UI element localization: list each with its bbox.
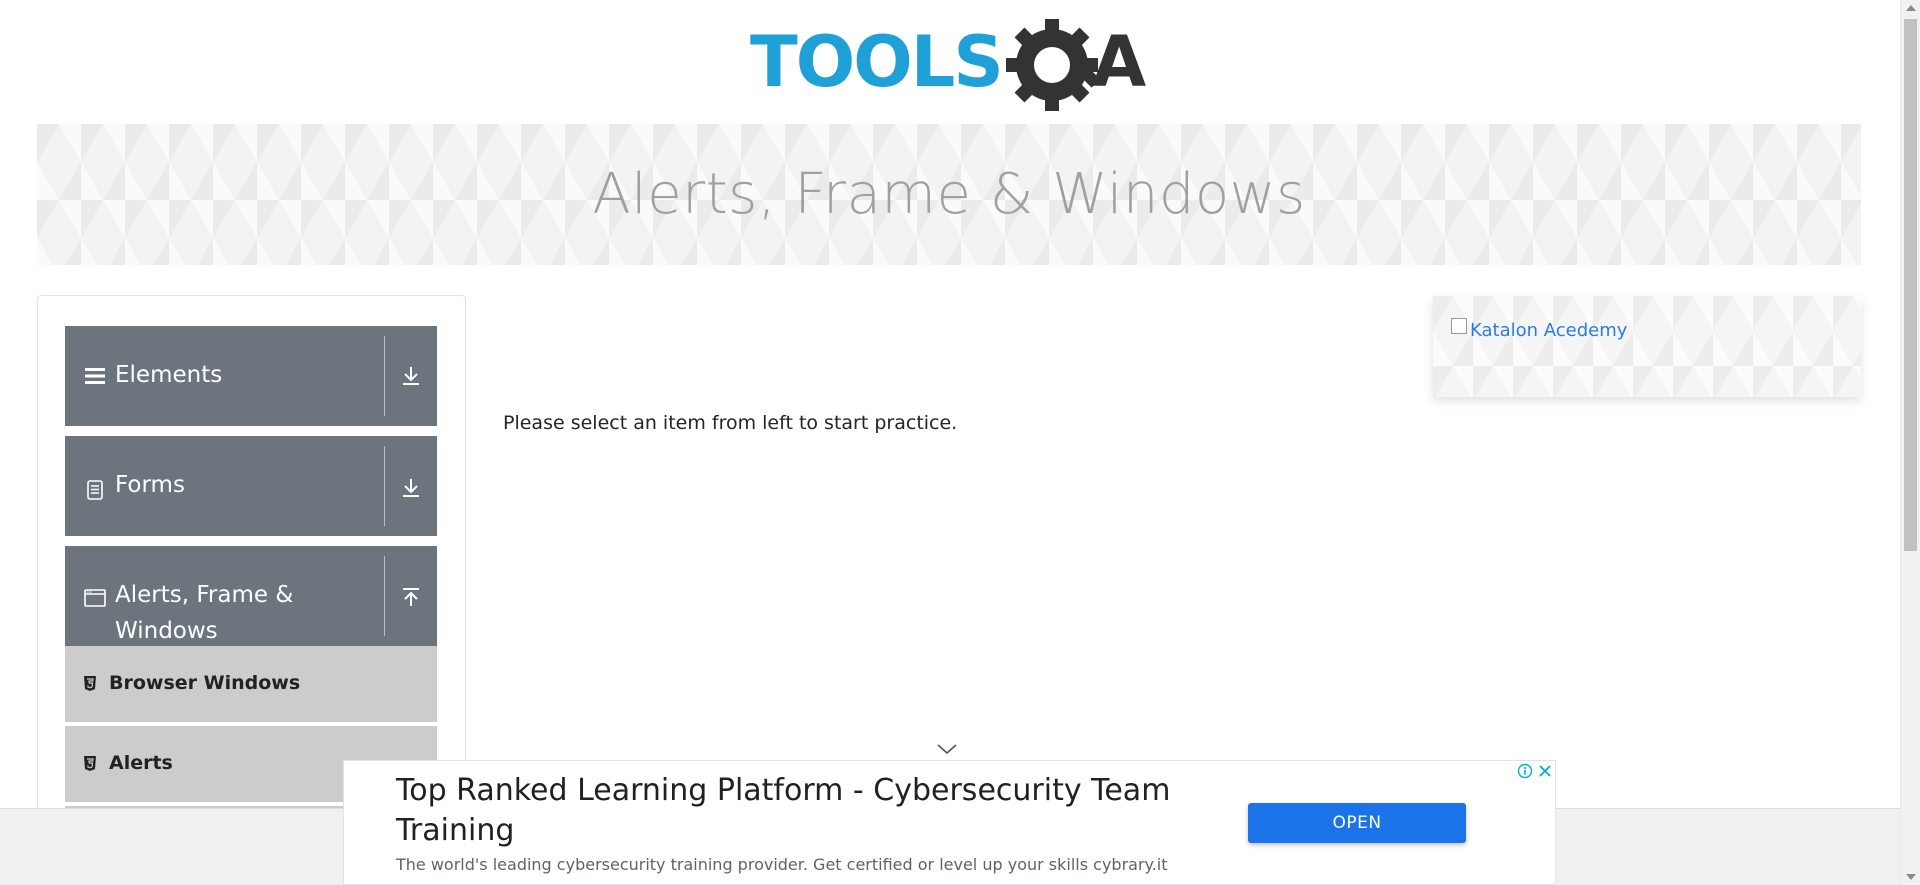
scrollbar-thumb[interactable] [1904, 19, 1917, 551]
divider [384, 446, 385, 526]
ad-title[interactable]: Top Ranked Learning Platform - Cybersecu… [396, 771, 1216, 851]
chevron-down-icon[interactable] [936, 742, 958, 756]
html5-icon [84, 676, 96, 691]
sidebar-item-label: Alerts [109, 752, 173, 774]
upload-arrow-icon[interactable] [397, 584, 425, 612]
sidebar-group-label-line2: Windows [115, 618, 218, 644]
window-icon [84, 589, 106, 607]
hamburger-icon [85, 368, 105, 384]
ad-description[interactable]: The world's leading cybersecurity traini… [396, 855, 1168, 874]
sidebar-group-forms[interactable]: Forms [65, 436, 437, 536]
logo-text-a: A [1092, 21, 1146, 103]
ad-banner[interactable]: Top Ranked Learning Platform - Cybersecu… [343, 760, 1556, 885]
scroll-down-arrow-icon[interactable] [1906, 874, 1916, 880]
toolsqa-logo[interactable]: TOOLS A [750, 18, 1155, 114]
sidebar-group-label: Forms [115, 472, 185, 498]
sidebar-group-label: Elements [115, 362, 223, 388]
sidebar-item-label: Browser Windows [109, 672, 301, 694]
ad-open-button[interactable]: OPEN [1248, 803, 1466, 843]
html5-icon [84, 756, 96, 771]
sidebar: Elements Forms Alerts, Frame & Windows B… [37, 295, 466, 815]
scroll-up-arrow-icon[interactable] [1906, 5, 1916, 11]
gear-icon [1006, 19, 1101, 111]
vertical-scrollbar[interactable] [1900, 0, 1920, 885]
ad-choices[interactable] [1515, 761, 1555, 781]
katalon-promo[interactable]: Katalon Acedemy [1433, 296, 1861, 397]
page-banner: Alerts, Frame & Windows [37, 124, 1861, 265]
sidebar-item-browser-windows[interactable]: Browser Windows [65, 646, 437, 724]
divider [384, 556, 385, 636]
divider [384, 336, 385, 416]
document-icon [87, 480, 103, 500]
close-icon[interactable] [1535, 761, 1555, 781]
logo-text-tools: TOOLS [750, 21, 1002, 103]
download-arrow-icon[interactable] [397, 474, 425, 502]
page-title: Alerts, Frame & Windows [592, 162, 1306, 227]
instruction-text: Please select an item from left to start… [503, 412, 958, 434]
sidebar-group-label-line1: Alerts, Frame & [115, 582, 294, 608]
promo-link[interactable]: Katalon Acedemy [1470, 320, 1627, 341]
sidebar-group-elements[interactable]: Elements [65, 326, 437, 426]
download-arrow-icon[interactable] [397, 362, 425, 390]
broken-image-icon [1451, 318, 1467, 334]
sidebar-group-alerts-frame-windows[interactable]: Alerts, Frame & Windows [65, 546, 437, 646]
info-icon[interactable] [1515, 761, 1535, 781]
